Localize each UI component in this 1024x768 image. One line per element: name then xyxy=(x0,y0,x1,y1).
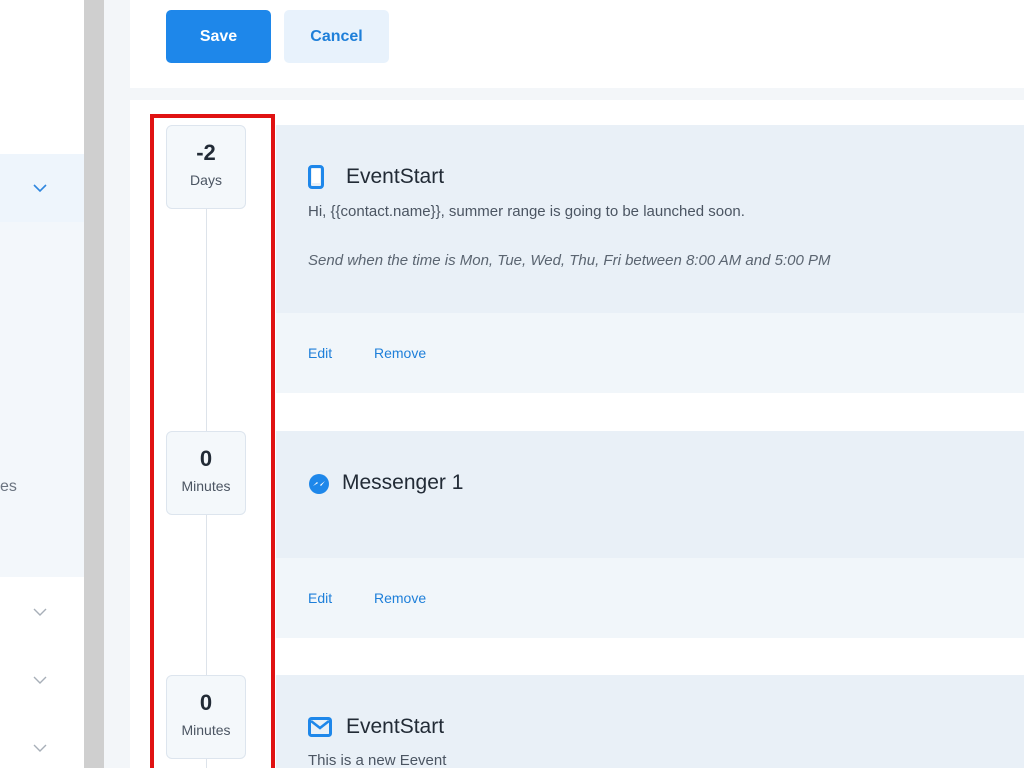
step-title: EventStart xyxy=(346,165,445,188)
chevron-down-icon[interactable] xyxy=(33,743,47,753)
sidebar: es xyxy=(0,0,84,768)
step-title: Messenger 1 xyxy=(342,471,464,494)
step-schedule: Send when the time is Mon, Tue, Wed, Thu… xyxy=(308,252,831,269)
step-message: Hi, {{contact.name}}, summer range is go… xyxy=(308,203,745,220)
step-actions: Edit Remove xyxy=(276,313,1024,393)
delay-value: -2 xyxy=(196,140,216,165)
step-actions: Edit Remove xyxy=(276,558,1024,638)
save-button[interactable]: Save xyxy=(166,10,271,63)
mobile-phone-icon xyxy=(308,165,324,194)
step-message: This is a new Eevent xyxy=(308,752,447,768)
main-panel: Save Cancel -2 Days EventStart Hi, {{con… xyxy=(104,0,1024,768)
sidebar-item-active[interactable] xyxy=(0,154,84,222)
delay-value: 0 xyxy=(199,446,213,471)
step-title: EventStart xyxy=(346,715,445,738)
step-card[interactable]: EventStart This is a new Eevent xyxy=(276,675,1024,768)
action-bar: Save Cancel xyxy=(130,0,1024,88)
delay-unit: Days xyxy=(190,172,222,188)
remove-link[interactable]: Remove xyxy=(374,345,426,361)
delay-unit: Minutes xyxy=(181,478,231,494)
delay-badge: -2 Days xyxy=(166,125,246,209)
sidebar-item-label[interactable]: es xyxy=(0,478,17,496)
step-card[interactable]: Messenger 1 xyxy=(276,431,1024,558)
cancel-button[interactable]: Cancel xyxy=(284,10,389,63)
sidebar-submenu xyxy=(0,222,84,577)
messenger-icon xyxy=(308,473,330,500)
step-card[interactable]: EventStart Hi, {{contact.name}}, summer … xyxy=(276,125,1024,313)
sidebar-scrollbar[interactable] xyxy=(84,0,104,768)
delay-unit: Minutes xyxy=(181,722,231,738)
chevron-down-icon[interactable] xyxy=(33,675,47,685)
edit-link[interactable]: Edit xyxy=(308,590,332,606)
delay-badge: 0 Minutes xyxy=(166,431,246,515)
remove-link[interactable]: Remove xyxy=(374,590,426,606)
delay-badge: 0 Minutes xyxy=(166,675,246,759)
email-icon xyxy=(308,717,332,742)
edit-link[interactable]: Edit xyxy=(308,345,332,361)
delay-value: 0 xyxy=(199,690,213,715)
chevron-down-icon[interactable] xyxy=(33,607,47,617)
chevron-down-icon[interactable] xyxy=(33,183,47,193)
